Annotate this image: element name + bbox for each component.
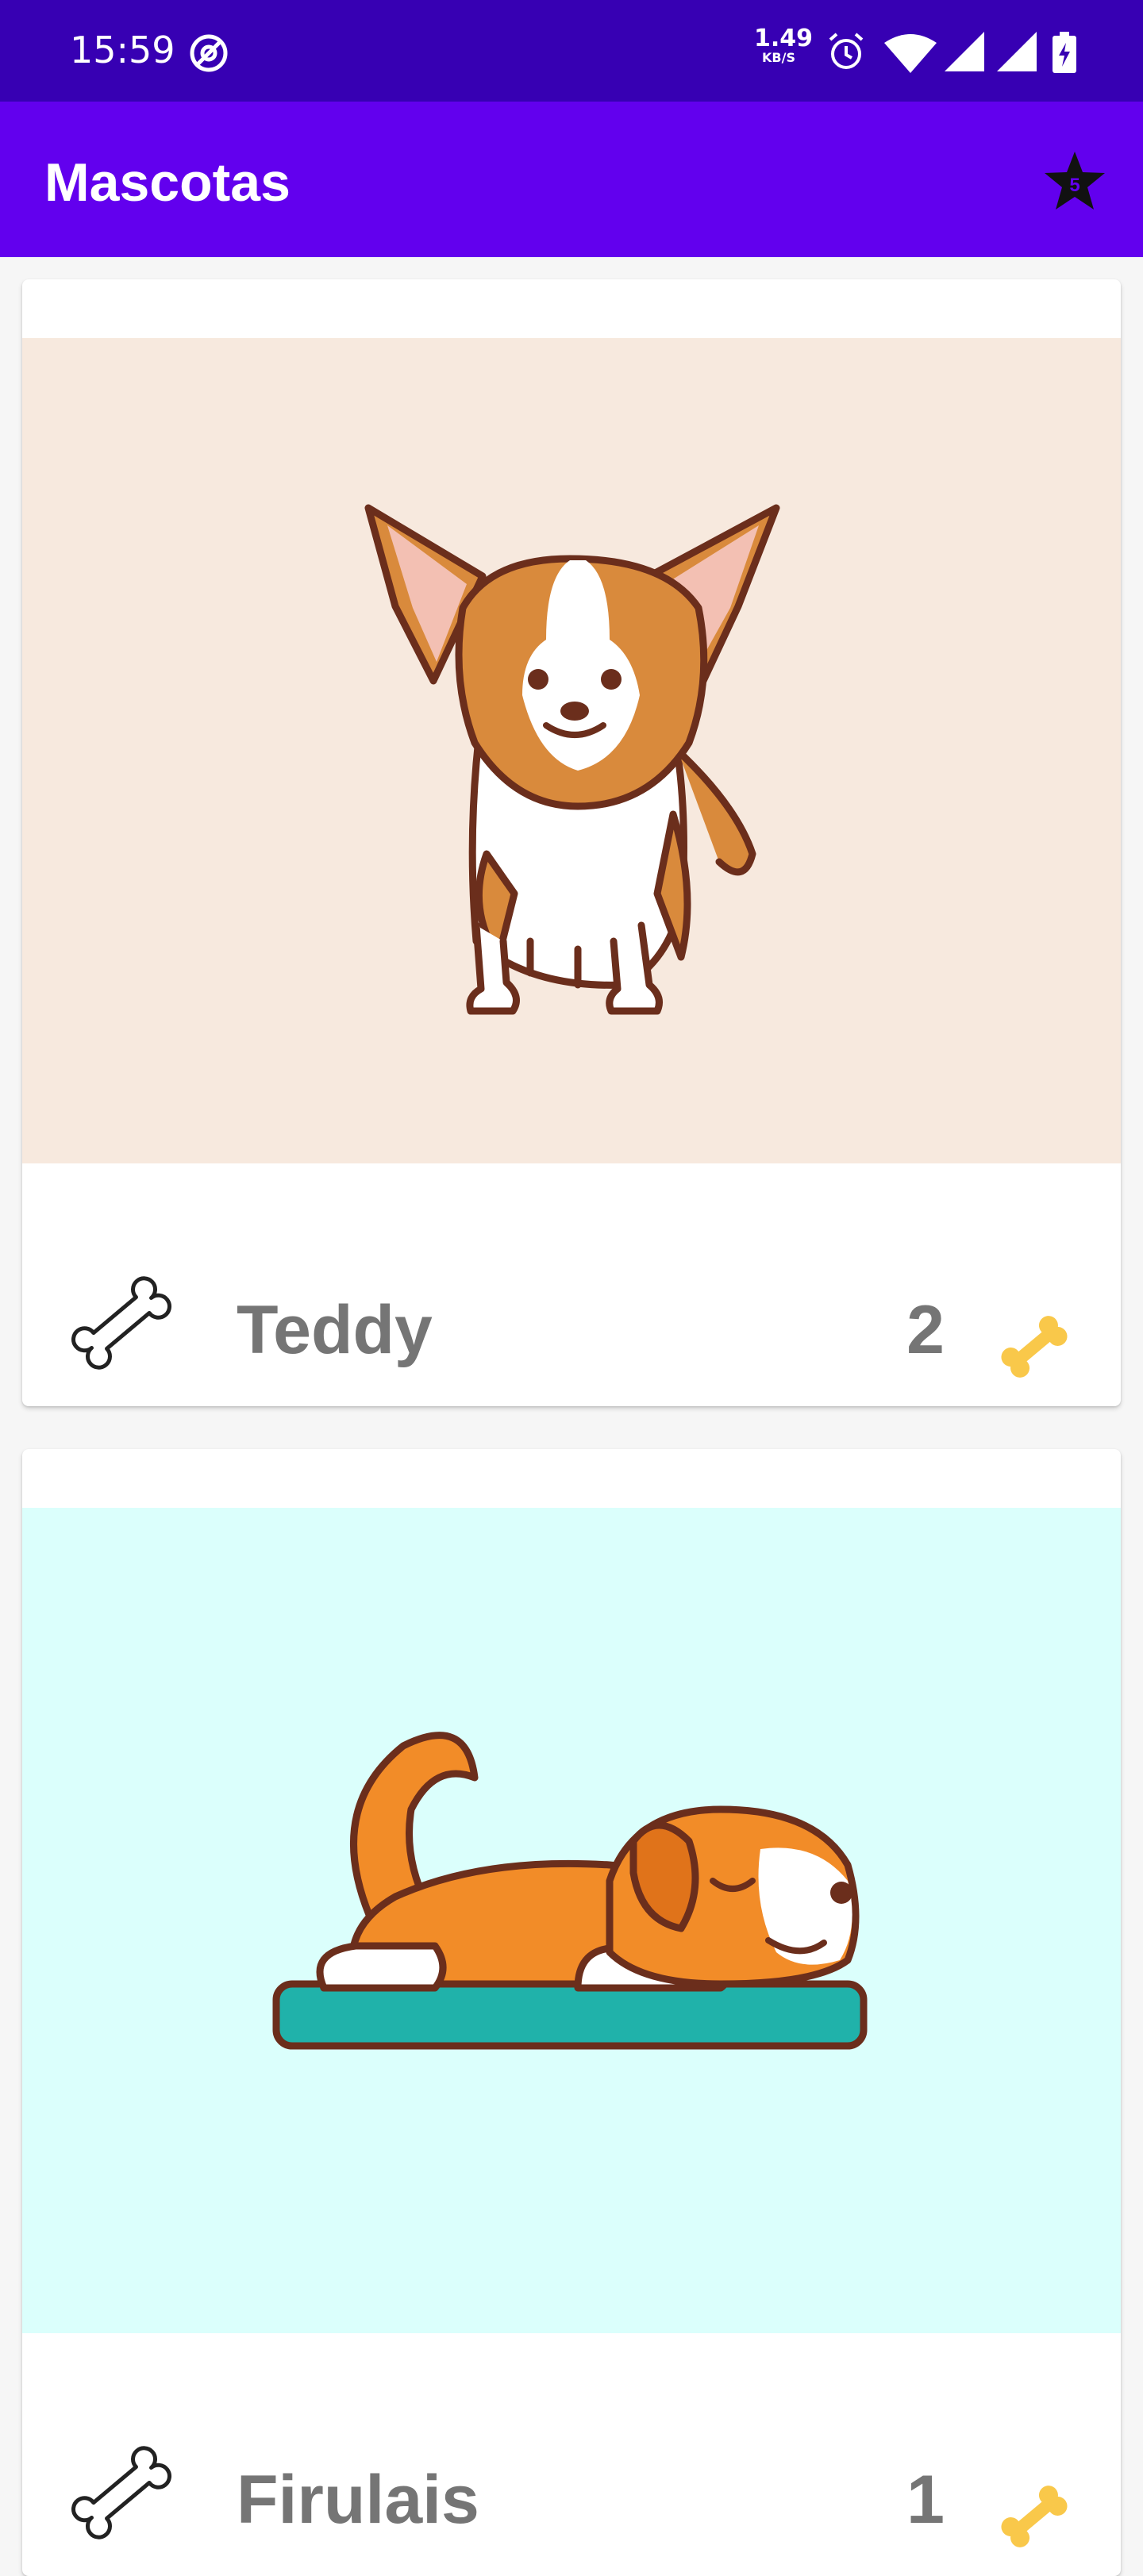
like-bone-button[interactable] bbox=[62, 1263, 181, 1382]
signal-icon bbox=[997, 32, 1037, 71]
status-time: 15:59 bbox=[70, 29, 175, 71]
app-bar: Mascotas 5 bbox=[0, 102, 1143, 257]
status-bar: 15:59 1.49 KB/S bbox=[0, 0, 1143, 102]
pet-card[interactable]: Firulais 1 bbox=[22, 1449, 1121, 2576]
gold-bone-icon bbox=[1001, 2486, 1068, 2547]
pet-name: Teddy bbox=[237, 1292, 433, 1368]
pet-like-count: 2 bbox=[906, 1292, 945, 1368]
corgi-illustration bbox=[364, 504, 780, 1015]
pet-like-count: 1 bbox=[906, 2462, 945, 2538]
network-speed: 1.49 KB/S bbox=[754, 25, 814, 65]
gold-bone-icon bbox=[1001, 1316, 1068, 1378]
pet-name: Firulais bbox=[237, 2462, 479, 2538]
pet-image bbox=[22, 1508, 1121, 2333]
favorites-star-icon: 5 bbox=[1045, 152, 1105, 210]
bone-outline-icon bbox=[71, 1276, 171, 1370]
pet-card-footer: Firulais 1 bbox=[22, 2333, 1121, 2576]
network-speed-value: 1.49 bbox=[754, 25, 814, 52]
pet-card[interactable]: Teddy 2 bbox=[22, 279, 1121, 1406]
like-bone-button[interactable] bbox=[62, 2433, 181, 2552]
pet-image bbox=[22, 338, 1121, 1163]
app-title: Mascotas bbox=[44, 152, 291, 213]
favorites-star-button[interactable]: 5 bbox=[1041, 148, 1108, 215]
battery-charging-icon bbox=[1053, 32, 1076, 73]
favorites-badge: 5 bbox=[1069, 175, 1080, 196]
sync-icon bbox=[190, 34, 228, 72]
signal-icon bbox=[945, 32, 984, 71]
wifi-icon bbox=[884, 34, 937, 73]
network-speed-unit: KB/S bbox=[762, 50, 795, 65]
pet-card-footer: Teddy 2 bbox=[22, 1163, 1121, 1406]
sleeping-dog-illustration bbox=[272, 1732, 868, 2050]
bone-outline-icon bbox=[71, 2446, 171, 2539]
alarm-icon bbox=[829, 33, 864, 69]
